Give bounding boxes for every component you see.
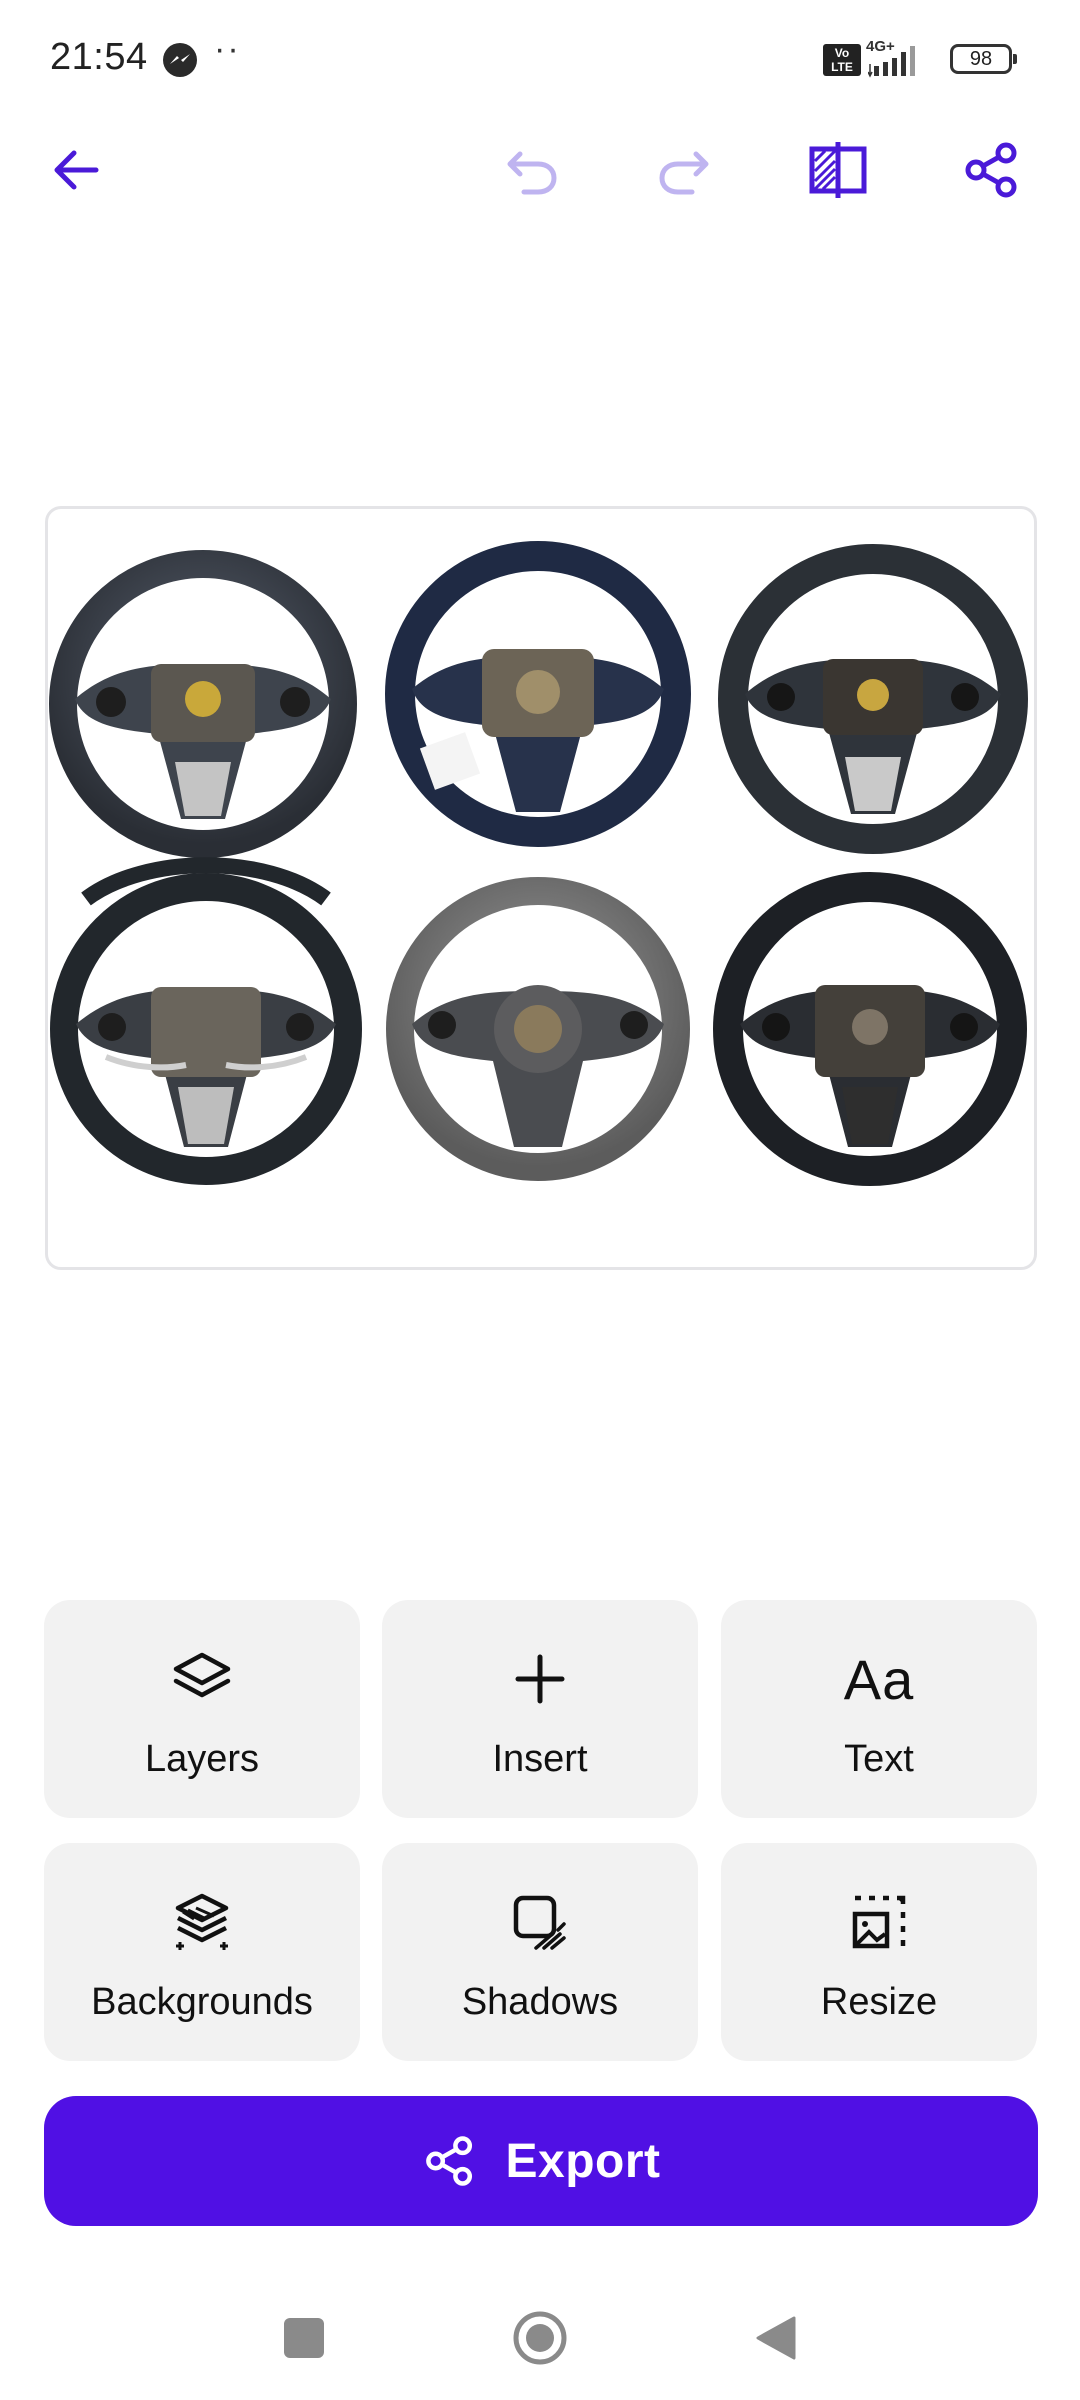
redo-icon bbox=[659, 151, 709, 195]
wheel-1 bbox=[49, 550, 357, 858]
wheel-3 bbox=[718, 544, 1028, 854]
export-button[interactable]: Export bbox=[44, 2096, 1038, 2226]
resize-icon bbox=[844, 1887, 914, 1957]
compare-button[interactable] bbox=[798, 130, 878, 210]
tool-label: Insert bbox=[492, 1738, 588, 1780]
steering-wheels-image bbox=[49, 541, 1028, 1186]
undo-icon bbox=[507, 151, 557, 195]
back-arrow-icon bbox=[54, 150, 99, 190]
tool-label: Text bbox=[844, 1738, 914, 1780]
notification-dots: ·· bbox=[214, 30, 241, 68]
wheel-5 bbox=[386, 877, 690, 1181]
wheel-4 bbox=[50, 857, 362, 1185]
export-label: Export bbox=[505, 2134, 661, 2188]
tool-text[interactable]: Aa Text bbox=[721, 1600, 1037, 1818]
back-icon[interactable] bbox=[754, 2314, 798, 2362]
photo-editor-screen: 21:54 ·· Vo LTE 4G+ 98 Layers Insert Aa … bbox=[0, 0, 1080, 2400]
compare-icon bbox=[809, 142, 867, 198]
tool-label: Shadows bbox=[461, 1981, 619, 2023]
share-button[interactable] bbox=[952, 130, 1032, 210]
tool-label: Layers bbox=[144, 1738, 260, 1780]
tool-shadows[interactable]: Shadows bbox=[382, 1843, 698, 2061]
signal-icon bbox=[868, 46, 915, 78]
status-bar: 21:54 ·· Vo LTE 4G+ 98 bbox=[0, 0, 1080, 120]
status-time: 21:54 bbox=[50, 36, 148, 78]
system-nav-bar bbox=[0, 2280, 1080, 2400]
back-button[interactable] bbox=[36, 130, 116, 210]
backgrounds-icon bbox=[167, 1887, 237, 1957]
tool-label: Resize bbox=[820, 1981, 938, 2023]
tool-resize[interactable]: Resize bbox=[721, 1843, 1037, 2061]
layers-icon bbox=[167, 1644, 237, 1714]
wheel-6 bbox=[713, 872, 1027, 1186]
plus-icon bbox=[505, 1644, 575, 1714]
battery-icon: 98 bbox=[950, 44, 1017, 74]
shadow-icon bbox=[505, 1887, 575, 1957]
tool-backgrounds[interactable]: Backgrounds bbox=[44, 1843, 360, 2061]
share-icon bbox=[965, 142, 1017, 198]
undo-button[interactable] bbox=[492, 130, 572, 210]
wheel-2 bbox=[385, 541, 691, 847]
volte-icon: Vo LTE bbox=[823, 44, 861, 76]
messenger-icon bbox=[163, 43, 197, 77]
redo-button[interactable] bbox=[644, 130, 724, 210]
tool-layers[interactable]: Layers bbox=[44, 1600, 360, 1818]
text-icon: Aa bbox=[843, 1647, 915, 1711]
tool-insert[interactable]: Insert bbox=[382, 1600, 698, 1818]
tool-label: Backgrounds bbox=[91, 1981, 313, 2023]
home-icon[interactable] bbox=[512, 2310, 568, 2366]
share-icon bbox=[421, 2132, 479, 2190]
design-canvas[interactable] bbox=[45, 506, 1037, 1270]
recents-icon[interactable] bbox=[284, 2318, 324, 2358]
